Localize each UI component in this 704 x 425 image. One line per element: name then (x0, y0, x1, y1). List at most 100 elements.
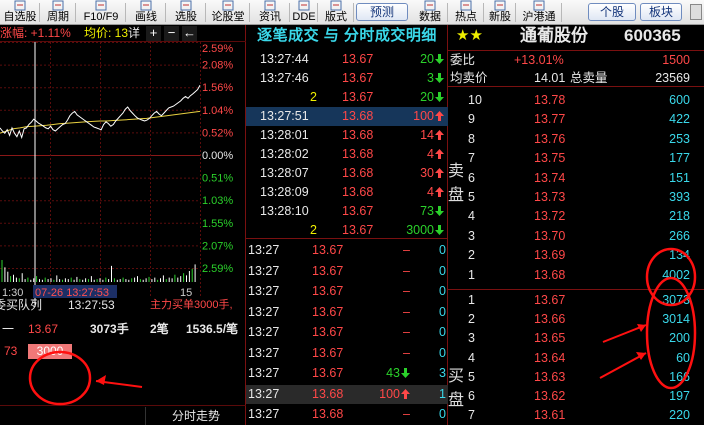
tick-row[interactable]: 13:27:44 13.67 20 (246, 50, 448, 69)
level-number: 6 (468, 170, 475, 185)
star-icon[interactable]: ★★ (456, 25, 483, 47)
pct-axis-label: 2.59% (202, 43, 233, 55)
minute-price: 13.67 (312, 243, 344, 257)
ask-row[interactable]: 7 13.75 177 (448, 149, 704, 168)
toolbar-button-5-tb-items[interactable]: 论股堂 (206, 0, 250, 25)
level-price: 13.75 (534, 151, 566, 166)
tick-row[interactable]: 13:28:07 13.68 30 (246, 164, 448, 183)
tick-price: 13.68 (342, 147, 374, 161)
toolbar-button-1-tb-items[interactable]: 周期 (40, 0, 76, 25)
ask-row[interactable]: 9 13.77 422 (448, 110, 704, 129)
zoom-out-icon[interactable]: − (164, 26, 179, 41)
ask-row[interactable]: 10 13.78 600 (448, 91, 704, 110)
minute-price: 13.67 (312, 325, 344, 339)
tick-volume: 20 (420, 88, 444, 107)
toolbar-button-3-tb-items[interactable]: 画线 (126, 0, 166, 25)
ratio-diff: 1500 (662, 53, 690, 67)
forecast-button[interactable]: 预测 (356, 3, 408, 21)
toolbar-label: 数据 (419, 11, 441, 23)
avg-price-label: 均价: 13 (84, 26, 129, 40)
annotation-arrowhead (96, 375, 106, 385)
detail-label[interactable]: 详 (128, 25, 140, 41)
arrow-left-icon[interactable]: ← (182, 26, 197, 41)
level-number: 10 (468, 93, 482, 107)
minute-time: 13:27 (248, 366, 280, 380)
tick-price: 13.68 (342, 128, 374, 142)
minute-price: 13.67 (312, 366, 344, 380)
ipo-icon (484, 0, 516, 11)
minute-time: 13:27 (248, 325, 280, 339)
level-number: 8 (468, 131, 475, 146)
toolbar-label: 沪港通 (522, 11, 556, 23)
toolbar-button-3-tb-items2[interactable]: 沪港通 (516, 0, 562, 25)
trade-detail-title: 逐笔成交 与 分时成交明细 (257, 27, 437, 44)
level-volume: 218 (669, 209, 690, 224)
pct-axis-label: 0.00% (202, 150, 233, 162)
toolbar-button-2-tb-items[interactable]: F10/F9 (76, 0, 126, 25)
tick-price: 13.68 (342, 166, 374, 180)
toolbar-label: 资讯 (259, 11, 281, 23)
order-book-panel: ★★ 通葡股份 600365 委比 +13.01% 1500 均卖价 14.01… (448, 25, 704, 425)
queue-header: 委买队列 13:27:53 主力买单3000手, (0, 296, 246, 314)
ratio-value: +13.01% (514, 53, 564, 67)
tick-list: 13:27:44 13.67 20 13:27:46 13.67 3 2 13.67 20 13:… (246, 50, 448, 240)
tick-row[interactable]: 13:28:01 13.68 14 (246, 126, 448, 145)
minute-price: 13.67 (312, 284, 344, 298)
toolbar-scroll-icon[interactable] (690, 4, 702, 20)
ask-row[interactable]: 4 13.72 218 (448, 207, 704, 226)
tick-row[interactable]: 13:28:09 13.68 4 (246, 183, 448, 202)
ask-row[interactable]: 8 13.76 253 (448, 130, 704, 149)
tick-price: 13.68 (342, 185, 374, 199)
tick-row[interactable]: 2 13.67 20 (246, 88, 448, 107)
toolbar-button-6-tb-items[interactable]: 资讯 (250, 0, 290, 25)
toolbar-button-8-tb-items[interactable]: 版式 (318, 0, 354, 25)
minute-price: 13.67 (312, 263, 344, 278)
tick-row[interactable]: 13:27:46 13.67 3 (246, 69, 448, 88)
intraday-chart-panel: 涨幅: +1.11% 均价: 13 详 + − ← 2.59% 2.08% 1.56… (0, 25, 246, 425)
tick-row[interactable]: 13:28:02 13.68 4 (246, 145, 448, 164)
total-sell-label: 总卖量 (570, 71, 608, 85)
level-price: 13.77 (534, 112, 566, 127)
draw-line-icon (126, 0, 166, 11)
pct-axis-label: 2.59% (202, 263, 233, 275)
toolbar-label: 周期 (47, 11, 69, 23)
annotation-ellipse-bid (645, 276, 697, 390)
toolbar-button-1-tb-items2[interactable]: 热点 (448, 0, 484, 25)
data-icon (412, 0, 448, 11)
tick-price: 13.67 (342, 71, 374, 85)
ask-row[interactable]: 6 13.74 151 (448, 169, 704, 188)
intraday-chart[interactable]: 2.59% 2.08% 1.56% 1.04% 0.52% 0.00% 0.51% 1.03%… (0, 42, 246, 323)
tick-volume: 4 (427, 145, 444, 164)
tick-divider (246, 238, 448, 239)
level-number: 7 (468, 151, 475, 166)
tick-time: 13:28:09 (260, 185, 309, 199)
toolbar-button-4-tb-items[interactable]: 选股 (166, 0, 206, 25)
pct-axis-label: 2.07% (202, 240, 233, 252)
tick-volume: 4 (427, 183, 444, 202)
sector-button[interactable]: 板块 (640, 3, 682, 21)
tick-row[interactable]: 13:27:51 13.68 100 (246, 107, 448, 126)
tick-volume: 100 (413, 107, 444, 126)
toolbar-separator (353, 3, 354, 22)
stock-button[interactable]: 个股 (588, 3, 636, 21)
dde-icon (290, 0, 318, 11)
ask-row[interactable]: 5 13.73 393 (448, 188, 704, 207)
tick-time: 13:28:10 (260, 204, 309, 218)
f10-icon (76, 0, 126, 11)
zoom-in-icon[interactable]: + (146, 26, 161, 41)
avg-sell-label: 均卖价 (450, 71, 488, 85)
minute-time: 13:27 (248, 284, 280, 298)
toolbar-button-0-tb-items2[interactable]: 数据 (412, 0, 448, 25)
forum-icon (206, 0, 250, 11)
toolbar: 自选股 周期 F10/F9 画线 选股 论股堂 资讯 DDE 版式 预测 数据 热点 新股 沪港通 个… (0, 0, 704, 25)
toolbar-button-2-tb-items2[interactable]: 新股 (484, 0, 516, 25)
ratio-row: 委比 +13.01% 1500 (448, 50, 704, 68)
minute-time: 13:27 (248, 386, 280, 401)
level-number: 4 (468, 209, 475, 224)
tick-row[interactable]: 13:28:10 13.67 73 (246, 202, 448, 221)
toolbar-button-0-tb-items[interactable]: 自选股 (0, 0, 40, 25)
toolbar-button-7-tb-items[interactable]: DDE (290, 0, 318, 25)
level-price: 13.76 (534, 131, 566, 146)
tick-time: 13:27:46 (260, 71, 309, 85)
level-price: 13.73 (534, 190, 566, 204)
